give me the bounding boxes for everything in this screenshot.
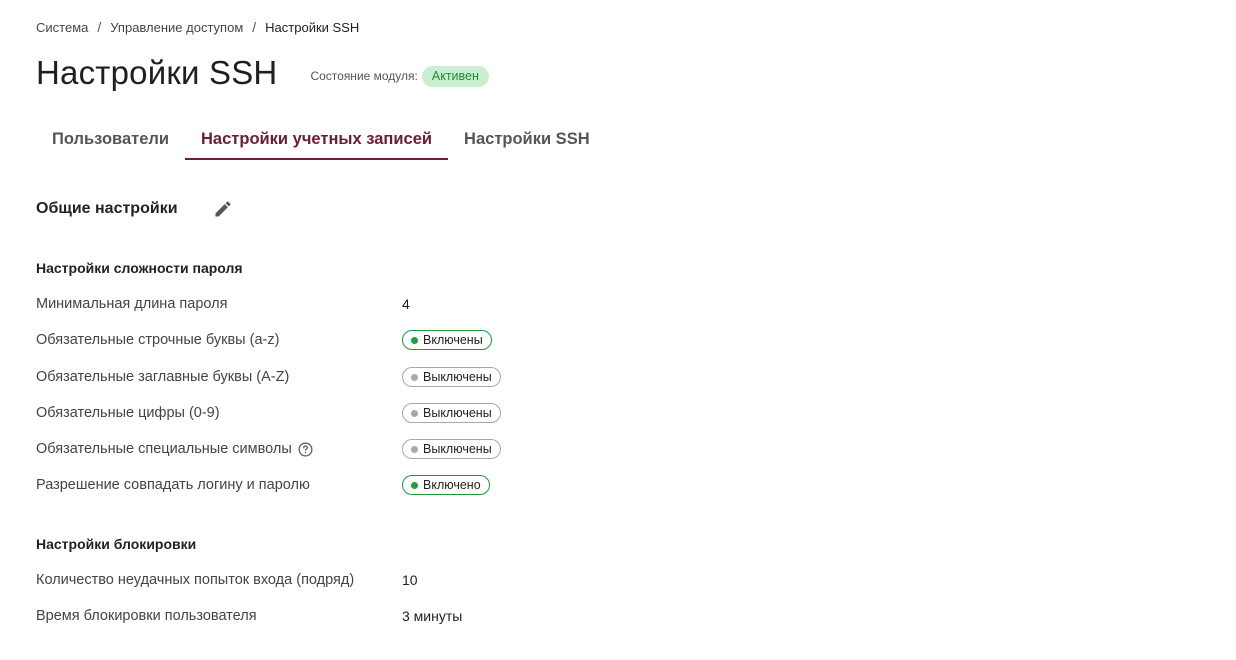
status-badge: Активен (421, 65, 489, 87)
breadcrumb-item-system[interactable]: Система (36, 20, 88, 35)
setting-label: Обязательные специальные символы (36, 441, 402, 457)
status-dot-icon (411, 481, 418, 489)
setting-label: Время блокировки пользователя (36, 608, 257, 624)
question-circle-icon[interactable] (298, 442, 313, 457)
setting-row: Количество неудачных попыток входа (подр… (36, 568, 736, 592)
setting-value: 10 (402, 572, 418, 588)
tab-ssh-settings[interactable]: Настройки SSH (448, 120, 606, 160)
setting-row: Обязательные специальные символы Выключе… (36, 437, 736, 461)
module-state: Состояние модуля: Активен (310, 65, 489, 87)
lockout-settings-title: Настройки блокировки (36, 536, 197, 552)
setting-row: Время блокировки пользователя 3 минуты (36, 604, 736, 628)
setting-value: 3 минуты (402, 608, 463, 624)
status-dot-icon (411, 373, 418, 381)
state-pill-label: Выключены (423, 406, 492, 420)
setting-row: Обязательные заглавные буквы (A-Z) Выклю… (36, 365, 736, 389)
setting-row: Минимальная длина пароля 4 (36, 292, 736, 316)
breadcrumb-separator: / (97, 19, 102, 35)
page-title: Настройки SSH (36, 54, 278, 91)
state-pill-label: Включены (423, 333, 483, 347)
status-dot-icon (411, 409, 418, 417)
setting-row: Обязательные цифры (0-9) Выключены (36, 401, 736, 425)
state-pill-disabled: Выключены (402, 367, 501, 387)
status-dot-icon (411, 445, 418, 453)
state-pill-enabled: Включено (402, 475, 490, 495)
password-complexity-title: Настройки сложности пароля (36, 260, 243, 276)
setting-label: Разрешение совпадать логину и паролю (36, 477, 310, 493)
breadcrumb-separator: / (252, 19, 257, 35)
edit-button[interactable] (210, 196, 236, 222)
tab-bar: Пользователи Настройки учетных записей Н… (36, 120, 606, 160)
state-pill-label: Включено (423, 478, 481, 492)
tab-users[interactable]: Пользователи (36, 120, 185, 160)
state-pill-label: Выключены (423, 442, 492, 456)
state-pill-enabled: Включены (402, 330, 492, 350)
status-dot-icon (411, 336, 418, 344)
setting-value: 4 (402, 296, 410, 312)
setting-row: Обязательные строчные буквы (a-z) Включе… (36, 328, 736, 352)
setting-label: Количество неудачных попыток входа (подр… (36, 572, 355, 588)
breadcrumb: Система / Управление доступом / Настройк… (36, 19, 359, 35)
state-pill-disabled: Выключены (402, 403, 501, 423)
state-pill-label: Выключены (423, 370, 492, 384)
setting-label: Обязательные заглавные буквы (A-Z) (36, 369, 290, 385)
breadcrumb-item-access-management[interactable]: Управление доступом (110, 20, 243, 35)
pencil-icon (215, 201, 231, 217)
state-pill-disabled: Выключены (402, 439, 501, 459)
setting-label-text: Обязательные специальные символы (36, 441, 292, 457)
tab-account-settings[interactable]: Настройки учетных записей (185, 120, 449, 160)
setting-label: Обязательные строчные буквы (a-z) (36, 332, 280, 348)
page-header: Настройки SSH Состояние модуля: Активен (36, 53, 489, 93)
setting-label: Обязательные цифры (0-9) (36, 405, 220, 421)
module-state-label: Состояние модуля: (310, 69, 418, 83)
section-title: Общие настройки (36, 200, 178, 217)
setting-label: Минимальная длина пароля (36, 296, 228, 312)
general-settings-header: Общие настройки (36, 196, 236, 222)
setting-row: Разрешение совпадать логину и паролю Вкл… (36, 473, 736, 497)
breadcrumb-item-current: Настройки SSH (265, 19, 360, 35)
